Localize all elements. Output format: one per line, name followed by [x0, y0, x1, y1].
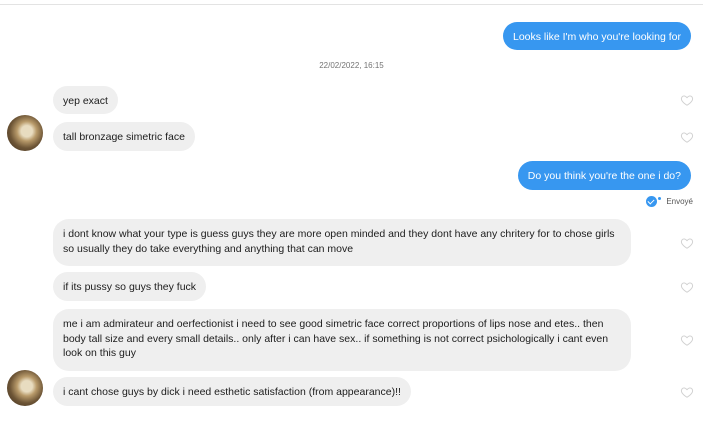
- status-dot-icon: [658, 197, 662, 200]
- like-heart-icon[interactable]: [680, 130, 694, 144]
- incoming-message[interactable]: if its pussy so guys they fuck: [53, 272, 207, 301]
- message-text: me i am admirateur and oerfectionist i n…: [63, 318, 609, 359]
- like-heart-icon[interactable]: [680, 333, 694, 347]
- incoming-message[interactable]: i dont know what your type is guess guys…: [53, 219, 631, 266]
- message-text: tall bronzage simetric face: [63, 131, 185, 143]
- message-text: i dont know what your type is guess guys…: [63, 228, 615, 255]
- seen-status: Envoyé: [646, 196, 693, 207]
- message-text: Looks like I'm who you're looking for: [512, 31, 681, 43]
- incoming-message[interactable]: tall bronzage simetric face: [53, 122, 195, 151]
- avatar[interactable]: [7, 115, 43, 151]
- avatar[interactable]: [7, 370, 43, 406]
- message-timestamp: 22/02/2022, 16:15: [319, 61, 384, 70]
- sent-check-icon: [646, 196, 658, 207]
- incoming-message[interactable]: me i am admirateur and oerfectionist i n…: [53, 309, 631, 371]
- outgoing-message[interactable]: Do you think you're the one i do?: [517, 161, 691, 190]
- outgoing-message[interactable]: Looks like I'm who you're looking for: [502, 22, 691, 50]
- message-text: if its pussy so guys they fuck: [63, 281, 197, 293]
- seen-label: Envoyé: [666, 197, 693, 206]
- like-heart-icon[interactable]: [680, 280, 694, 294]
- incoming-message[interactable]: yep exact: [53, 86, 118, 114]
- message-text: yep exact: [63, 95, 108, 107]
- message-text: Do you think you're the one i do?: [527, 170, 681, 182]
- like-heart-icon[interactable]: [680, 385, 694, 399]
- header-divider: [0, 4, 703, 5]
- like-heart-icon[interactable]: [680, 93, 694, 107]
- like-heart-icon[interactable]: [680, 236, 694, 250]
- incoming-message[interactable]: i cant chose guys by dick i need estheti…: [53, 377, 411, 406]
- message-text: i cant chose guys by dick i need estheti…: [63, 386, 401, 398]
